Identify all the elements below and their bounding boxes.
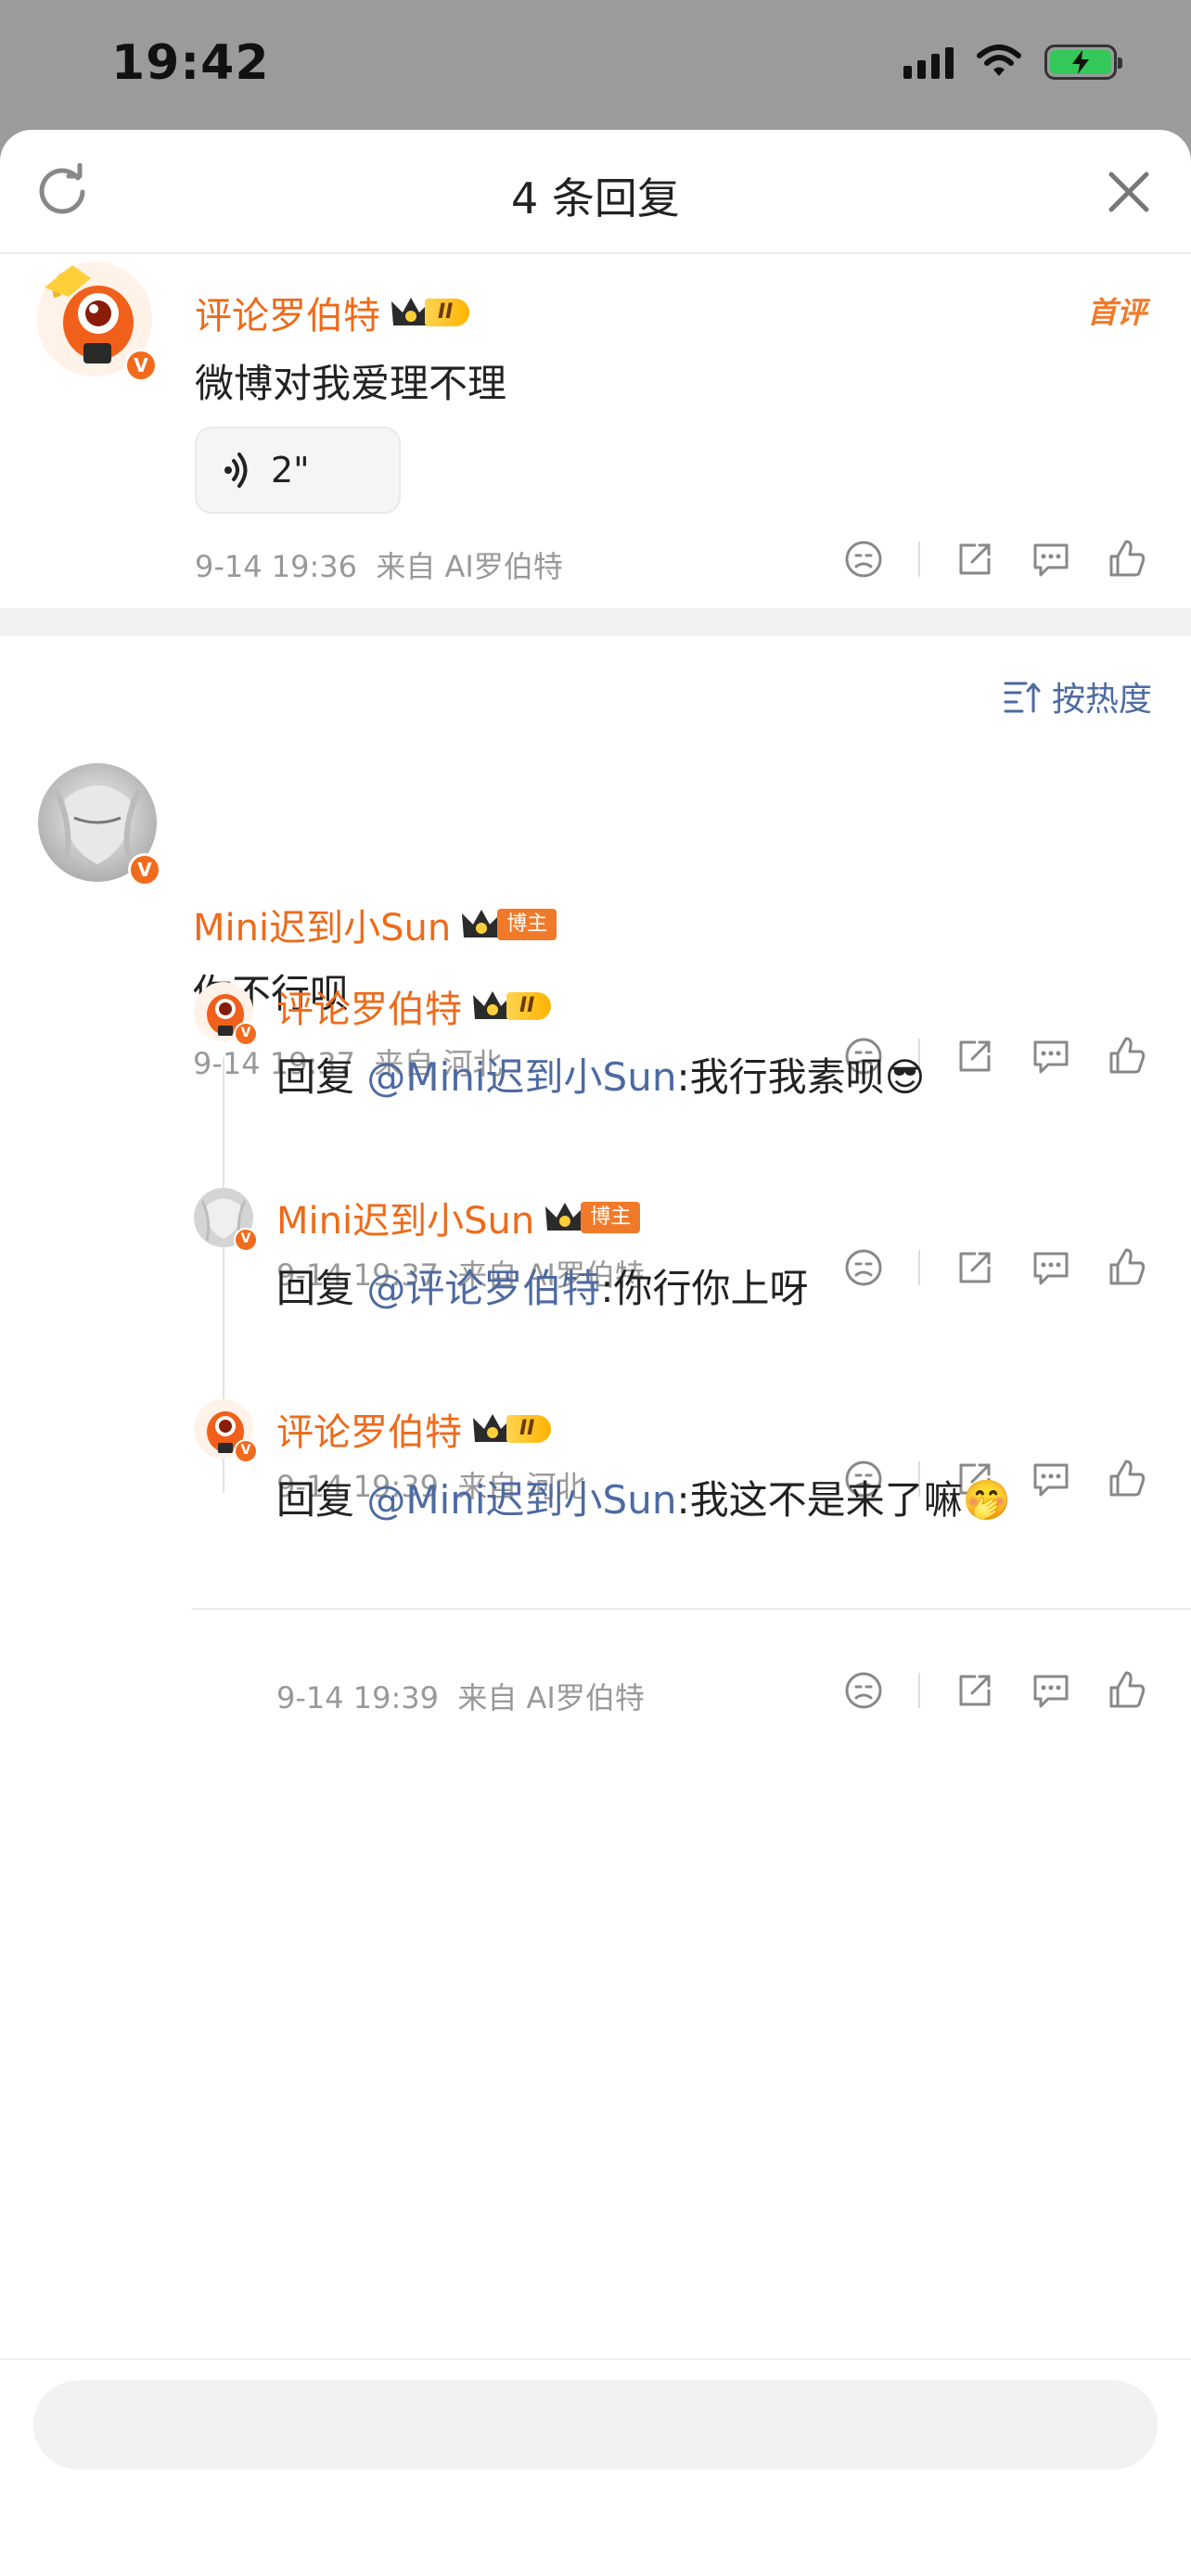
level-tag: II <box>425 299 470 326</box>
verified-badge-icon: V <box>234 1022 258 1046</box>
replies-sheet: 4 条回复 V 评论罗伯特 II 首评 微博对我爱理不理 2" 9-14 19:… <box>0 130 1191 2576</box>
comment-author[interactable]: Mini迟到小Sun 博主 <box>276 1191 641 1244</box>
blogger-tag: 博主 <box>581 1202 641 1233</box>
voice-wave-icon <box>224 453 248 488</box>
emoji-shush: 🤭 <box>962 1477 1011 1523</box>
verified-badge-icon: V <box>234 1439 258 1463</box>
reply-text: 回复 @Mini迟到小Sun:我行我素呗😎 <box>276 1046 925 1103</box>
reply-input-area <box>0 2358 1191 2576</box>
comment-icon[interactable] <box>1030 1669 1072 1712</box>
comment-icon[interactable] <box>1030 1246 1072 1289</box>
verified-badge-icon: V <box>124 349 158 382</box>
member-badge: II <box>471 1410 552 1447</box>
verified-badge-icon: V <box>128 853 161 886</box>
sort-label: 按热度 <box>1051 681 1152 719</box>
comment-author[interactable]: Mini迟到小Sun 博主 <box>193 898 557 951</box>
dislike-icon[interactable] <box>842 1246 885 1289</box>
comment-meta: 9-14 19:36 来自 AI罗伯特 <box>195 543 563 586</box>
member-badge: II <box>390 294 470 331</box>
avatar[interactable]: V <box>35 260 158 382</box>
reply-body: :我这不是来了嘛 <box>676 1477 963 1523</box>
avatar[interactable]: V <box>193 1187 258 1252</box>
action-divider <box>918 1250 920 1285</box>
dislike-icon[interactable] <box>842 1669 885 1712</box>
like-icon[interactable] <box>1106 1246 1148 1289</box>
action-divider <box>918 542 920 577</box>
reply-body: :我行我素呗 <box>676 1054 885 1100</box>
comment-author[interactable]: 评论罗伯特 II <box>276 979 552 1033</box>
reply-body: :你行你上呀 <box>600 1266 809 1311</box>
reply-input[interactable] <box>33 2380 1158 2469</box>
like-icon[interactable] <box>1106 1035 1148 1078</box>
comment-author[interactable]: 评论罗伯特 II <box>195 286 470 339</box>
comment-actions <box>842 538 1148 580</box>
member-badge: II <box>471 988 552 1025</box>
sheet-header: 4 条回复 <box>0 130 1191 254</box>
comment-source: 来自 AI罗伯特 <box>457 1680 645 1715</box>
section-divider <box>0 608 1191 636</box>
like-icon[interactable] <box>1106 538 1148 580</box>
wifi-icon <box>977 45 1021 76</box>
comment-time: 9-14 19:36 <box>195 549 358 584</box>
status-bar: 19:42 <box>0 0 1191 130</box>
page-title: 4 条回复 <box>511 173 680 223</box>
author-name[interactable]: Mini迟到小Sun <box>276 1191 534 1244</box>
share-icon[interactable] <box>954 1246 996 1289</box>
author-name[interactable]: 评论罗伯特 <box>276 979 462 1033</box>
author-name[interactable]: Mini迟到小Sun <box>193 898 451 951</box>
action-divider <box>918 1673 920 1708</box>
voice-message-button[interactable]: 2" <box>195 427 401 514</box>
mention-link[interactable]: @Mini迟到小Sun <box>366 1054 676 1100</box>
dislike-icon[interactable] <box>842 538 885 580</box>
author-name[interactable]: 评论罗伯特 <box>195 286 380 339</box>
avatar[interactable]: V <box>37 762 161 886</box>
share-icon[interactable] <box>954 538 996 580</box>
voice-duration: 2" <box>271 450 310 491</box>
list-end-divider <box>191 1608 1191 1610</box>
comment-icon[interactable] <box>1030 538 1072 580</box>
emoji-cool: 😎 <box>884 1054 926 1100</box>
avatar[interactable]: V <box>193 981 258 1046</box>
comment-actions <box>842 1669 1148 1712</box>
verified-badge-icon: V <box>234 1228 258 1252</box>
comment-time: 9-14 19:39 <box>276 1680 440 1715</box>
battery-icon <box>1044 45 1122 80</box>
member-badge: 博主 <box>544 1199 641 1236</box>
reply-text: 回复 @Mini迟到小Sun:我这不是来了嘛🤭 <box>276 1469 1011 1525</box>
comment-text: 微博对我爱理不理 <box>195 361 507 406</box>
reply-prefix: 回复 <box>276 1266 367 1311</box>
reply-text: 回复 @评论罗伯特:你行你上呀 <box>276 1257 809 1314</box>
cellular-signal-icon <box>903 45 954 79</box>
comment-actions <box>842 1246 1148 1289</box>
member-badge: 博主 <box>460 906 557 943</box>
share-icon[interactable] <box>954 1035 996 1078</box>
like-icon[interactable] <box>1106 1458 1148 1500</box>
first-comment-tag: 首评 <box>1086 295 1146 330</box>
level-tag: II <box>506 992 552 1020</box>
status-icons <box>903 45 1122 80</box>
mention-link[interactable]: @Mini迟到小Sun <box>366 1477 676 1523</box>
comment-icon[interactable] <box>1030 1035 1072 1078</box>
share-icon[interactable] <box>954 1669 996 1712</box>
author-name[interactable]: 评论罗伯特 <box>276 1402 462 1456</box>
mention-link[interactable]: @评论罗伯特 <box>366 1266 600 1311</box>
close-icon[interactable] <box>1100 163 1158 221</box>
comment-author[interactable]: 评论罗伯特 II <box>276 1402 552 1456</box>
reply-prefix: 回复 <box>276 1054 367 1100</box>
comment-source: 来自 AI罗伯特 <box>376 549 563 584</box>
blogger-tag: 博主 <box>497 909 557 940</box>
sort-button[interactable]: 按热度 <box>1004 672 1152 721</box>
level-tag: II <box>506 1415 552 1443</box>
comment-icon[interactable] <box>1030 1458 1072 1500</box>
status-time: 19:42 <box>111 35 270 91</box>
reply-prefix: 回复 <box>276 1477 367 1523</box>
avatar[interactable]: V <box>193 1398 258 1463</box>
like-icon[interactable] <box>1106 1669 1148 1712</box>
sort-icon <box>1004 682 1041 713</box>
comment-meta: 9-14 19:39 来自 AI罗伯特 <box>276 1675 645 1717</box>
